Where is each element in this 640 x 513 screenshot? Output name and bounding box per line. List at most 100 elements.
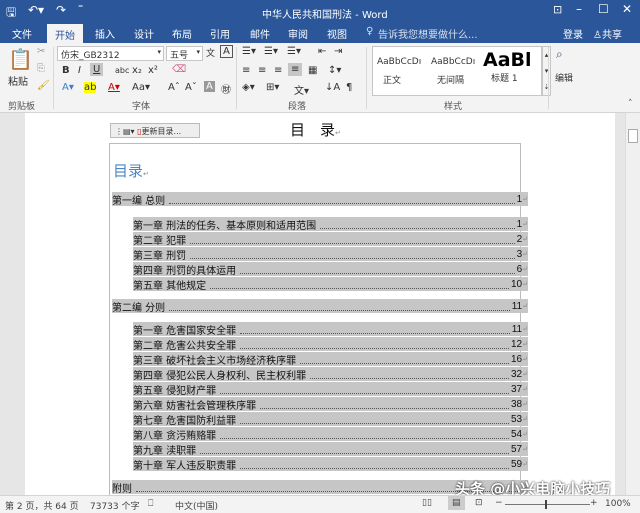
phonetic-guide-icon[interactable]: 文	[206, 46, 215, 59]
search-icon[interactable]: ⌕	[556, 47, 563, 62]
character-shading-icon[interactable]: A	[204, 81, 215, 92]
cut-icon[interactable]: ✂	[37, 46, 45, 57]
tab-home[interactable]: 开始	[47, 24, 83, 43]
toc-entry[interactable]: 第八章 贪污贿赂罪 54 ↵	[133, 427, 528, 442]
toc-entry[interactable]: 第四章 侵犯公民人身权利、民主权利罪 32 ↵	[133, 367, 528, 382]
style-normal[interactable]: AaBbCcDı 正文	[377, 57, 421, 86]
grow-font-icon[interactable]: Aˆ	[168, 82, 180, 93]
redo-icon[interactable]: ↷	[56, 3, 66, 17]
toc-entry[interactable]: 第三章 刑罚 3 ↵	[133, 247, 528, 262]
style-no-spacing[interactable]: AaBbCcDı 无间隔	[431, 57, 475, 86]
collapse-ribbon-icon[interactable]: ˄	[628, 99, 633, 109]
toc-entry[interactable]: 第六章 妨害社会管理秩序罪 38 ↵	[133, 397, 528, 412]
format-painter-icon[interactable]: 🖌	[37, 80, 50, 91]
font-size-select[interactable]: 五号 ▾	[166, 46, 203, 61]
read-mode-icon[interactable]: ▯▯	[422, 498, 432, 508]
font-name-select[interactable]: 仿宋_GB2312 ▾	[57, 46, 164, 61]
style-heading-1[interactable]: AaBl 标题 1	[483, 49, 532, 84]
tab-file[interactable]: 文件	[12, 26, 32, 41]
distributed-icon[interactable]: ▦	[308, 65, 317, 76]
numbering-icon[interactable]: ☰▾	[264, 46, 278, 57]
language[interactable]: 中文(中国)	[175, 499, 218, 512]
login-link[interactable]: 登录	[563, 26, 583, 41]
tab-mailings[interactable]: 邮件	[250, 26, 270, 41]
document-page[interactable]: 目 录↵ ⋮▤▾ ▯更新目录... 目录↵ 第一编 总则 1 ↵ 第一章 刑法的任务、…	[25, 113, 615, 503]
page-count[interactable]: 第 2 页，共 64 页	[5, 499, 79, 512]
print-layout-icon[interactable]: ▤	[448, 496, 465, 510]
ribbon-display-icon[interactable]: ⊡	[553, 3, 562, 16]
zoom-slider[interactable]	[505, 504, 590, 505]
vertical-scrollbar[interactable]	[625, 113, 640, 495]
tab-insert[interactable]: 插入	[95, 26, 115, 41]
tab-layout[interactable]: 布局	[172, 26, 192, 41]
bold-button[interactable]: B	[62, 65, 70, 76]
toc-entry[interactable]: 第二章 犯罪 2 ↵	[133, 232, 528, 247]
toc-entry[interactable]: 第九章 渎职罪 57 ↵	[133, 442, 528, 457]
change-case-icon[interactable]: Aa▾	[132, 82, 150, 93]
tab-review[interactable]: 审阅	[288, 26, 308, 41]
subscript-button[interactable]: x₂	[132, 65, 142, 76]
bullets-icon[interactable]: ☰▾	[242, 46, 256, 57]
maximize-button[interactable]: ☐	[598, 2, 609, 16]
undo-icon[interactable]: ↶▾	[28, 3, 44, 17]
save-icon[interactable]: 🖫	[6, 3, 16, 24]
highlight-icon[interactable]: ab	[84, 82, 97, 93]
tab-references[interactable]: 引用	[210, 26, 230, 41]
paste-icon[interactable]: 📋	[8, 47, 33, 71]
zoom-level[interactable]: 100%	[605, 499, 631, 509]
toc-entry[interactable]: 第三章 破坏社会主义市场经济秩序罪 16 ↵	[133, 352, 528, 367]
zoom-in-button[interactable]: +	[590, 498, 598, 508]
toc-entry[interactable]: 第七章 危害国防利益罪 53 ↵	[133, 412, 528, 427]
word-count[interactable]: 73733 个字	[90, 499, 140, 512]
clear-formatting-icon[interactable]: ⌫	[172, 64, 186, 75]
show-marks-icon[interactable]: ¶	[346, 82, 352, 93]
zoom-slider-thumb[interactable]	[545, 500, 547, 509]
toc-entry[interactable]: 第四章 刑罚的具体运用 6 ↵	[133, 262, 528, 277]
zoom-out-button[interactable]: −	[495, 498, 503, 508]
borders-icon[interactable]: ⊞▾	[266, 82, 279, 93]
close-button[interactable]: ✕	[622, 2, 632, 16]
toc-entry[interactable]: 第一章 危害国家安全罪 11 ↵	[133, 322, 528, 337]
align-left-icon[interactable]: ≡	[242, 65, 250, 76]
font-color-icon[interactable]: A▾	[108, 82, 120, 93]
toc-entry[interactable]: 第五章 其他规定 10 ↵	[133, 277, 528, 292]
toc-entry[interactable]: 第十章 军人违反职责罪 59 ↵	[133, 457, 528, 472]
strikethrough-button[interactable]: abc	[115, 66, 129, 75]
text-effects-icon[interactable]: A▾	[62, 82, 74, 93]
web-layout-icon[interactable]: ⊡	[475, 498, 483, 508]
editing-button[interactable]: 编辑	[555, 71, 573, 84]
chinese-layout-icon[interactable]: 文▾	[294, 82, 309, 97]
enclose-characters-icon[interactable]: ㊖	[221, 81, 231, 96]
minimize-button[interactable]: –	[576, 2, 582, 16]
align-center-icon[interactable]: ≡	[258, 65, 266, 76]
tab-view[interactable]: 视图	[327, 26, 347, 41]
decrease-indent-icon[interactable]: ⇤	[318, 46, 326, 57]
sort-icon[interactable]: ↓A	[325, 82, 340, 93]
italic-button[interactable]: I	[78, 65, 81, 76]
superscript-button[interactable]: x²	[148, 65, 158, 76]
toc-entry[interactable]: 第一章 刑法的任务、基本原则和适用范围 1 ↵	[133, 217, 528, 232]
proofing-icon[interactable]: ⎕	[148, 499, 153, 509]
toc-entry[interactable]: 第五章 侵犯财产罪 37 ↵	[133, 382, 528, 397]
customize-qat-icon[interactable]: ⁼	[78, 3, 83, 14]
line-spacing-icon[interactable]: ↕▾	[328, 65, 341, 76]
tab-design[interactable]: 设计	[134, 26, 154, 41]
justify-icon[interactable]: ≡	[288, 63, 303, 76]
tell-me-input[interactable]: 告诉我您想要做什么...	[378, 26, 478, 41]
shrink-font-icon[interactable]: Aˇ	[185, 82, 197, 93]
toc-entry[interactable]: 第二章 危害公共安全罪 12 ↵	[133, 337, 528, 352]
shading-icon[interactable]: ◈▾	[242, 82, 255, 93]
paste-label[interactable]: 粘贴	[8, 73, 28, 88]
toc-entry[interactable]: 第二编 分则 11 ↵	[112, 299, 528, 314]
character-border-icon[interactable]: A	[220, 45, 233, 58]
scrollbar-thumb[interactable]	[628, 129, 638, 143]
toc-menu-icon[interactable]: ⋮▤▾	[115, 127, 135, 136]
increase-indent-icon[interactable]: ⇥	[334, 46, 342, 57]
toc-entry[interactable]: 第一编 总则 1 ↵	[112, 192, 528, 207]
underline-button[interactable]: U	[90, 63, 104, 76]
align-right-icon[interactable]: ≡	[274, 65, 282, 76]
styles-scroll[interactable]: ▴ ▾ ⇣	[542, 46, 551, 96]
multilevel-list-icon[interactable]: ☰▾	[287, 46, 301, 57]
share-button[interactable]: ♙共享	[593, 26, 622, 41]
copy-icon[interactable]: ⎘	[37, 63, 45, 74]
